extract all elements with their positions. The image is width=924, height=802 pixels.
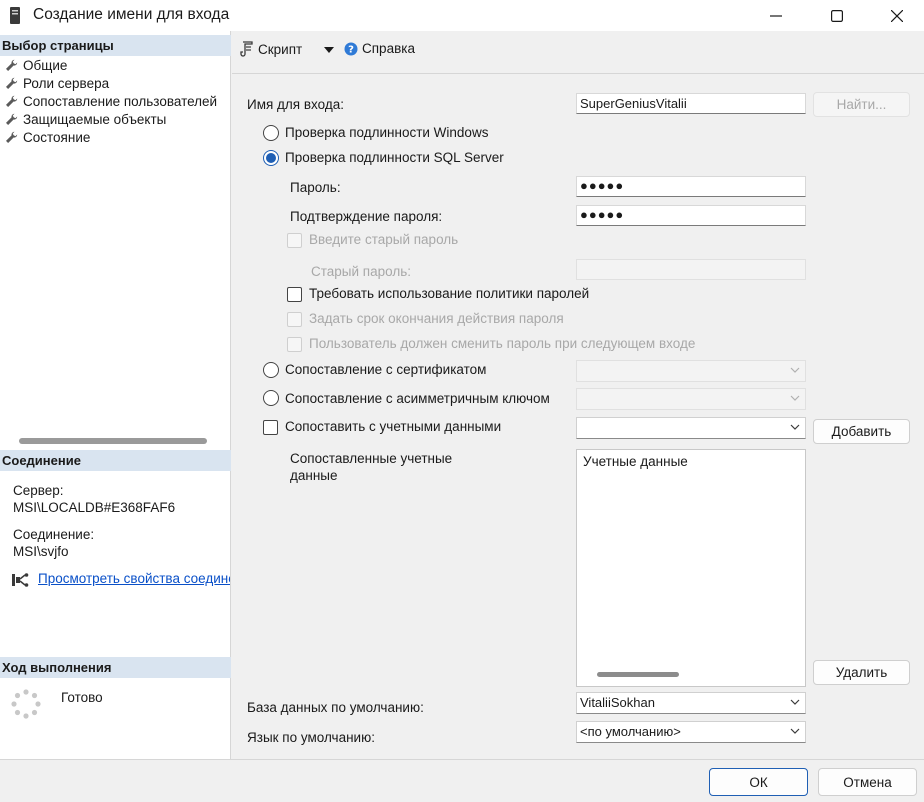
auth-windows-radio[interactable] <box>263 125 279 141</box>
map-credentials-label: Сопоставить с учетными данными <box>285 419 502 434</box>
window-title: Создание имени для входа <box>33 6 230 23</box>
credentials-combo[interactable] <box>576 417 806 439</box>
progress-header: Ход выполнения <box>0 657 231 678</box>
must-change-checkbox[interactable] <box>287 337 302 352</box>
wrench-icon <box>6 113 18 125</box>
help-label: Справка <box>362 41 415 56</box>
wrench-icon <box>6 77 18 89</box>
app-icon <box>10 7 20 24</box>
password-label: Пароль: <box>290 180 341 195</box>
confirm-password-label: Подтверждение пароля: <box>290 209 443 224</box>
close-button[interactable] <box>874 0 920 31</box>
map-certificate-radio[interactable] <box>263 362 279 378</box>
login-name-label: Имя для входа: <box>247 97 344 112</box>
login-name-input[interactable]: SuperGeniusVitalii <box>576 93 806 114</box>
maximize-icon <box>831 9 843 22</box>
chevron-down-icon <box>790 699 800 705</box>
maximize-button[interactable] <box>814 0 860 31</box>
mapped-credentials-list[interactable]: Учетные данные <box>576 449 806 687</box>
default-db-label: База данных по умолчанию: <box>247 700 424 715</box>
view-connection-properties-link[interactable]: Просмотреть свойства соединения <box>38 571 230 586</box>
confirm-password-input[interactable]: ●●●●● <box>576 205 806 226</box>
script-icon <box>240 41 253 57</box>
minimize-icon <box>770 14 782 17</box>
minimize-button[interactable] <box>753 0 799 31</box>
script-label: Скрипт <box>258 41 303 57</box>
script-button[interactable]: Скрипт <box>240 41 302 57</box>
map-asym-key-label: Сопоставление с асимметричным ключом <box>285 391 550 406</box>
page-item-status[interactable]: Состояние <box>5 128 90 146</box>
certificate-combo[interactable] <box>576 360 806 382</box>
search-button[interactable]: Найти... <box>813 92 910 117</box>
page-item-label: Защищаемые объекты <box>23 111 167 127</box>
map-certificate-label: Сопоставление с сертификатом <box>285 362 487 377</box>
server-value: MSI\LOCALDB#E368FAF6 <box>13 500 176 515</box>
ok-button[interactable]: ОК <box>709 768 808 796</box>
map-asym-key-radio[interactable] <box>263 390 279 406</box>
auth-windows-label: Проверка подлинности Windows <box>285 125 489 140</box>
chevron-down-icon <box>790 424 800 430</box>
svg-text:?: ? <box>348 44 354 55</box>
page-item-label: Сопоставление пользователей <box>23 93 218 109</box>
progress-status: Готово <box>61 690 103 705</box>
page-item-user-mapping[interactable]: Сопоставление пользователей <box>5 92 217 110</box>
pages-header: Выбор страницы <box>0 35 231 56</box>
old-password-check-label: Введите старый пароль <box>309 232 459 247</box>
credentials-column-header: Учетные данные <box>583 454 688 469</box>
default-db-combo[interactable]: VitaliiSokhan <box>576 692 806 714</box>
enforce-expiration-label: Задать срок окончания действия пароля <box>309 311 564 326</box>
cancel-button[interactable]: Отмена <box>818 768 917 796</box>
connection-header: Соединение <box>0 450 231 471</box>
asym-key-combo[interactable] <box>576 388 806 410</box>
enforce-expiration-checkbox[interactable] <box>287 312 302 327</box>
default-lang-value: <по умолчанию> <box>580 724 681 739</box>
must-change-label: Пользователь должен сменить пароль при с… <box>309 336 696 351</box>
mapped-credentials-label: Сопоставленные учетные данные <box>290 451 453 483</box>
default-lang-combo[interactable]: <по умолчанию> <box>576 721 806 743</box>
chevron-down-icon <box>790 367 800 373</box>
page-item-general[interactable]: Общие <box>5 56 67 74</box>
connection-value: MSI\svjfo <box>13 544 69 559</box>
old-password-label: Старый пароль: <box>311 264 411 279</box>
page-item-label: Состояние <box>23 129 91 145</box>
password-input[interactable]: ●●●●● <box>576 176 806 197</box>
chevron-down-icon[interactable] <box>324 47 334 53</box>
left-panel: Выбор страницы Общие Роли сервера Сопост… <box>0 31 231 759</box>
page-item-label: Общие <box>23 57 68 73</box>
title-bar: Создание имени для входа <box>0 0 924 31</box>
connection-properties-icon <box>12 573 29 587</box>
default-lang-label: Язык по умолчанию: <box>247 730 375 745</box>
progress-spinner-icon <box>11 689 41 719</box>
help-icon: ? <box>344 42 358 55</box>
server-label: Сервер: <box>13 483 64 498</box>
chevron-down-icon <box>790 395 800 401</box>
enforce-policy-checkbox[interactable] <box>287 287 302 302</box>
page-item-server-roles[interactable]: Роли сервера <box>5 74 109 92</box>
auth-sql-radio[interactable] <box>263 150 279 166</box>
old-password-input[interactable] <box>576 259 806 280</box>
close-icon <box>891 9 903 22</box>
help-button[interactable]: ? Справка <box>344 41 415 56</box>
wrench-icon <box>6 131 18 143</box>
chevron-down-icon <box>790 728 800 734</box>
delete-button[interactable]: Удалить <box>813 660 910 685</box>
page-item-label: Роли сервера <box>23 75 110 91</box>
horizontal-scrollbar[interactable] <box>597 672 679 677</box>
default-db-value: VitaliiSokhan <box>580 695 655 710</box>
auth-sql-label: Проверка подлинности SQL Server <box>285 150 504 165</box>
page-item-securables[interactable]: Защищаемые объекты <box>5 110 166 128</box>
horizontal-scrollbar[interactable] <box>19 438 207 444</box>
wrench-icon <box>6 59 18 71</box>
add-button[interactable]: Добавить <box>813 419 910 444</box>
connection-label: Соединение: <box>13 527 95 542</box>
map-credentials-checkbox[interactable] <box>263 420 278 435</box>
toolbar: Скрипт ? Справка <box>232 31 924 74</box>
old-password-checkbox[interactable] <box>287 233 302 248</box>
wrench-icon <box>6 95 18 107</box>
enforce-policy-label: Требовать использование политики паролей <box>309 286 590 301</box>
